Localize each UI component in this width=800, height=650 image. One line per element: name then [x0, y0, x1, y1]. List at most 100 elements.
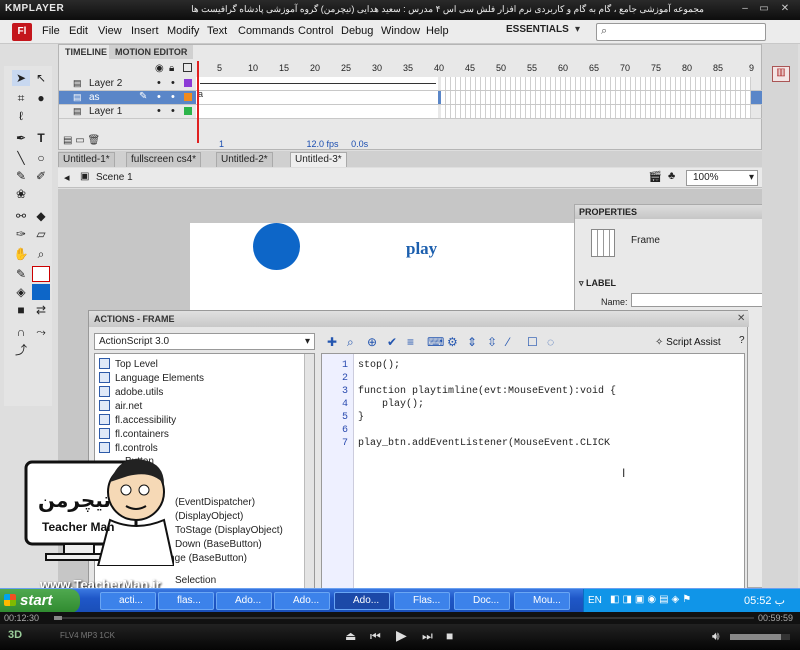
pen-tool-icon[interactable]: ✒	[12, 130, 30, 146]
oval-tool-icon[interactable]: ○	[32, 150, 50, 166]
close-button[interactable]: ✕	[778, 3, 792, 16]
pencil-tool-icon[interactable]: ✎	[12, 168, 30, 184]
actionscript-version-select[interactable]: ActionScript 3.0 ▾	[94, 333, 315, 350]
menu-debug[interactable]: Debug	[341, 25, 373, 37]
help-bubble-icon[interactable]: ◌	[547, 335, 554, 349]
lock-dot[interactable]: •	[171, 105, 175, 117]
menu-file[interactable]: File	[42, 25, 60, 37]
layer-color-swatch[interactable]	[184, 79, 192, 87]
smooth-icon[interactable]: ⤳	[32, 324, 50, 340]
empty-frames[interactable]	[441, 77, 751, 90]
menu-insert[interactable]: Insert	[131, 25, 159, 37]
frame-name-input[interactable]	[631, 293, 765, 307]
play-button-text[interactable]: play	[406, 239, 437, 259]
maximize-button[interactable]: ▭	[757, 3, 771, 16]
edit-symbol-icon[interactable]: ♣	[668, 170, 675, 182]
task-item[interactable]: Ado...	[216, 592, 272, 610]
tab-fullscreen[interactable]: fullscreen cs4*	[126, 152, 202, 167]
bone-tool-icon[interactable]: ⚯	[12, 208, 30, 224]
task-item[interactable]: Ado...	[274, 592, 330, 610]
visible-dot[interactable]: •	[157, 105, 161, 117]
swap-colors-icon[interactable]: ⇄	[32, 302, 50, 318]
expand-icon[interactable]: ⇳	[487, 335, 497, 349]
stroke-color-swatch[interactable]	[32, 266, 50, 282]
scene-label[interactable]: Scene 1	[96, 172, 133, 183]
hand-tool-icon[interactable]: ✋	[12, 246, 30, 262]
menu-help[interactable]: Help	[426, 25, 449, 37]
zoom-tool-icon[interactable]: ⌕	[32, 246, 50, 262]
collapse-icon[interactable]: ⇕	[467, 335, 477, 349]
3d-rotation-tool-icon[interactable]: ●	[32, 90, 50, 106]
seek-track[interactable]	[62, 617, 754, 619]
menu-window[interactable]: Window	[381, 25, 420, 37]
tab-timeline[interactable]: TIMELINE	[59, 45, 114, 59]
list-item[interactable]: Language Elements	[99, 372, 204, 384]
fill-color-swatch[interactable]	[32, 284, 50, 300]
visible-dot[interactable]: •	[157, 77, 161, 89]
layer-row-selected[interactable]: ▤ as ✎ • • a	[59, 89, 763, 105]
layer-color-swatch[interactable]	[184, 93, 192, 101]
3d-badge[interactable]: 3D	[8, 629, 22, 641]
visible-dot[interactable]: •	[157, 91, 161, 103]
next-icon[interactable]: ⏭	[422, 629, 433, 644]
lock-dot[interactable]: •	[171, 91, 175, 103]
pencil-icon[interactable]: ✎	[139, 91, 147, 102]
paint-bucket-icon[interactable]: ◆	[32, 208, 50, 224]
snap-magnet-icon[interactable]: ∩	[12, 324, 30, 340]
stroke-color-icon[interactable]: ✎	[12, 266, 30, 282]
lock-icon[interactable]: 🔒︎	[169, 63, 174, 74]
minimize-button[interactable]: –	[738, 3, 752, 16]
close-panel-icon[interactable]: ✕	[737, 313, 745, 324]
list-item[interactable]: adobe.utils	[99, 386, 163, 398]
frame-span[interactable]: a	[196, 89, 438, 104]
selection-tool-icon[interactable]: ➤	[12, 70, 30, 86]
code-editor[interactable]: 1 2 3 4 5 6 7 stop(); function playtimli…	[321, 353, 745, 590]
task-item[interactable]: Ado...	[334, 592, 390, 610]
tab-untitled-1[interactable]: Untitled-1*	[58, 152, 115, 167]
uncomment-icon[interactable]: ☐	[527, 335, 538, 349]
task-item[interactable]: Mou...	[514, 592, 570, 610]
check-syntax-icon[interactable]: ✔	[387, 335, 397, 349]
add-statement-icon[interactable]: ✚	[327, 335, 337, 349]
target-path-icon[interactable]: ⊕	[367, 335, 377, 349]
comment-icon[interactable]: ⁄	[507, 335, 509, 349]
menu-text[interactable]: Text	[207, 25, 227, 37]
stop-icon[interactable]: ■	[446, 629, 453, 643]
straighten-icon[interactable]: ⤴	[12, 342, 30, 358]
back-arrow-icon[interactable]: ◂	[64, 171, 70, 184]
subselection-tool-icon[interactable]: ↖	[32, 70, 50, 86]
workspace-switcher[interactable]: ESSENTIALS	[506, 24, 569, 35]
language-indicator[interactable]: EN	[588, 595, 602, 606]
lasso-tool-icon[interactable]: ℓ	[12, 108, 30, 124]
new-layer-icon[interactable]: ▤ ▭ 🗑︎	[63, 135, 100, 146]
task-item[interactable]: Flas...	[394, 592, 450, 610]
edit-scene-icon[interactable]: 🎬︎	[648, 170, 662, 183]
list-item[interactable]: Selection	[175, 575, 216, 586]
frame-span[interactable]	[196, 105, 438, 118]
play-button-circle[interactable]	[253, 223, 300, 270]
list-item[interactable]: Down (BaseButton)	[175, 539, 262, 550]
seek-progress[interactable]	[54, 616, 62, 620]
help-icon[interactable]: ?	[739, 335, 749, 349]
menu-view[interactable]: View	[98, 25, 122, 37]
fill-color-icon[interactable]: ◈	[12, 284, 30, 300]
black-white-icon[interactable]: ■	[12, 302, 30, 318]
eject-icon[interactable]: ⏏	[345, 629, 356, 643]
list-item[interactable]: (DisplayObject)	[175, 511, 243, 522]
volume-icon[interactable]: 🔊︎	[712, 629, 720, 644]
code-hint-icon[interactable]: ⌨	[427, 335, 444, 349]
scrollbar[interactable]	[304, 354, 314, 588]
tray-icons[interactable]: ◧◨▣◉▤◈⚑	[610, 594, 694, 605]
list-item[interactable]: Top Level	[99, 358, 158, 370]
task-item[interactable]: flas...	[158, 592, 214, 610]
eye-icon[interactable]: ◉	[155, 63, 164, 74]
auto-format-icon[interactable]: ≡	[407, 335, 414, 349]
line-tool-icon[interactable]: ╲	[12, 150, 30, 166]
tab-untitled-3[interactable]: Untitled-3*	[290, 152, 347, 167]
find-icon[interactable]: ⌕	[347, 335, 354, 350]
eraser-tool-icon[interactable]: ▱	[32, 226, 50, 242]
menu-control[interactable]: Control	[298, 25, 333, 37]
tab-untitled-2[interactable]: Untitled-2*	[216, 152, 273, 167]
menu-modify[interactable]: Modify	[167, 25, 199, 37]
text-tool-icon[interactable]: T	[32, 130, 50, 146]
